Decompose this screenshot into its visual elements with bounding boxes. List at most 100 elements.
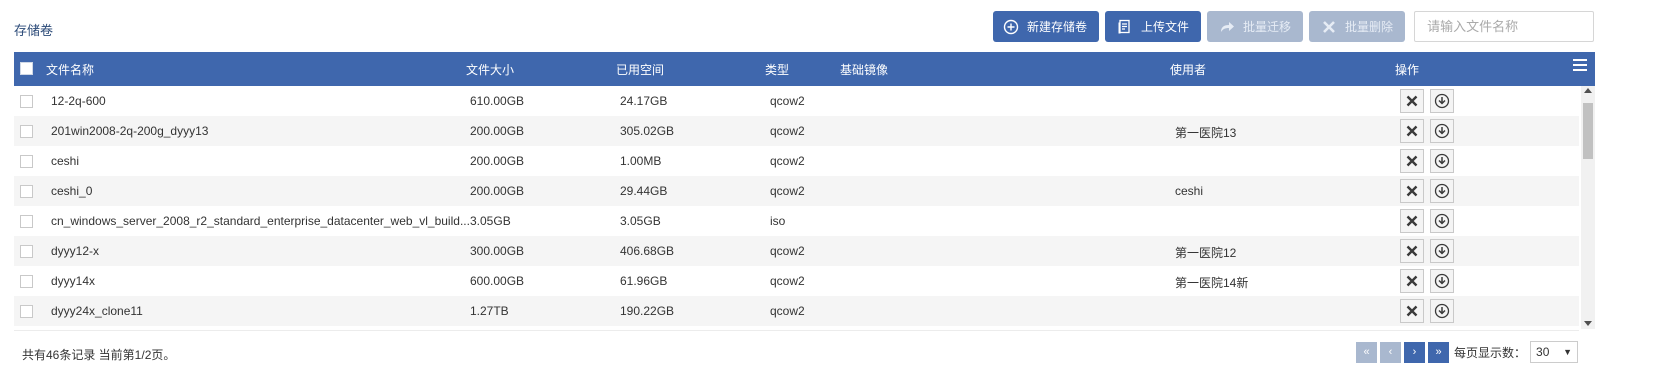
vertical-scrollbar[interactable] [1581, 86, 1595, 329]
scroll-up-arrow-icon[interactable] [1584, 88, 1592, 93]
row-checkbox[interactable] [20, 125, 33, 138]
cell-type: qcow2 [770, 154, 805, 168]
delete-button[interactable] [1400, 209, 1424, 233]
cell-size: 200.00GB [470, 124, 525, 138]
close-icon [1406, 305, 1418, 317]
delete-button[interactable] [1400, 179, 1424, 203]
download-icon [1434, 303, 1450, 319]
table-row[interactable]: dyyy12-x 300.00GB 406.68GB qcow2 第一医院12 [14, 236, 1579, 266]
table-header: 文件名称 文件大小 已用空间 类型 基础镜像 使用者 操作 [14, 52, 1595, 86]
cell-name: dyyy12-x [51, 244, 100, 258]
column-header-used[interactable]: 已用空间 [616, 61, 664, 78]
download-icon [1434, 153, 1450, 169]
delete-button[interactable] [1400, 269, 1424, 293]
table-row[interactable]: cn_windows_server_2008_r2_standard_enter… [14, 206, 1579, 236]
next-page-button[interactable]: › [1404, 341, 1425, 363]
column-header-base-image[interactable]: 基础镜像 [840, 61, 888, 78]
download-button[interactable] [1430, 239, 1454, 263]
scroll-thumb[interactable] [1583, 103, 1593, 159]
prev-page-button[interactable]: ‹ [1380, 341, 1401, 363]
download-button[interactable] [1430, 209, 1454, 233]
delete-button[interactable] [1400, 149, 1424, 173]
table-row[interactable]: dyyy24x_clone11 1.27TB 190.22GB qcow2 [14, 296, 1579, 326]
last-page-button[interactable]: » [1428, 341, 1449, 363]
table-row[interactable]: dyyy14x 600.00GB 61.96GB qcow2 第一医院14新 [14, 266, 1579, 296]
row-checkbox[interactable] [20, 275, 33, 288]
new-volume-label: 新建存储卷 [1027, 20, 1088, 34]
search-input[interactable] [1414, 11, 1595, 42]
cell-name: ceshi_0 [51, 184, 93, 198]
cell-used: 1.00MB [620, 154, 662, 168]
delete-button[interactable] [1400, 89, 1424, 113]
close-icon [1323, 20, 1335, 33]
upload-document-icon [1118, 19, 1130, 33]
column-header-name[interactable]: 文件名称 [46, 61, 94, 78]
cell-type: qcow2 [770, 94, 805, 108]
cell-used: 190.22GB [620, 304, 675, 318]
record-summary: 共有46条记录 当前第1/2页。 [22, 348, 176, 362]
download-button[interactable] [1430, 299, 1454, 323]
per-page-value: 30 [1536, 345, 1550, 359]
cell-user: 第一医院13 [1175, 126, 1237, 140]
per-page-select[interactable]: 30 ▼ [1530, 341, 1579, 363]
toolbar: 新建存储卷 上传文件 批量迁移 批量删除 [993, 11, 1595, 42]
cell-user: 第一医院12 [1175, 246, 1237, 260]
table-row[interactable]: 12-2q-600 610.00GB 24.17GB qcow2 [14, 86, 1579, 116]
cell-used: 61.96GB [620, 274, 668, 288]
share-arrow-icon [1221, 21, 1235, 32]
row-checkbox[interactable] [20, 185, 33, 198]
delete-button[interactable] [1400, 299, 1424, 323]
row-checkbox[interactable] [20, 155, 33, 168]
cell-used: 406.68GB [620, 244, 675, 258]
cell-user: ceshi [1175, 184, 1204, 198]
cell-size: 600.00GB [470, 274, 525, 288]
first-page-button[interactable]: « [1356, 341, 1377, 363]
upload-file-label: 上传文件 [1141, 20, 1190, 34]
table-row[interactable]: 201win2008-2q-200g_dyyy13 200.00GB 305.0… [14, 116, 1579, 146]
batch-migrate-button[interactable]: 批量迁移 [1207, 11, 1304, 42]
cell-type: iso [770, 214, 786, 228]
cell-size: 3.05GB [470, 214, 511, 228]
chevron-left-icon: ‹ [1388, 346, 1393, 358]
cell-size: 200.00GB [470, 184, 525, 198]
column-menu-icon[interactable] [1573, 59, 1587, 74]
delete-button[interactable] [1400, 119, 1424, 143]
table-row[interactable]: ceshi_0 200.00GB 29.44GB qcow2 ceshi [14, 176, 1579, 206]
upload-file-button[interactable]: 上传文件 [1105, 11, 1202, 42]
footer-divider [14, 330, 1579, 331]
new-volume-button[interactable]: 新建存储卷 [993, 11, 1100, 42]
cell-type: qcow2 [770, 184, 805, 198]
scroll-down-arrow-icon[interactable] [1584, 321, 1592, 326]
volume-table: 文件名称 文件大小 已用空间 类型 基础镜像 使用者 操作 12-2q-600 … [14, 52, 1595, 329]
download-icon [1434, 183, 1450, 199]
download-icon [1434, 93, 1450, 109]
close-icon [1406, 95, 1418, 107]
row-checkbox[interactable] [20, 305, 33, 318]
row-checkbox[interactable] [20, 245, 33, 258]
cell-used: 3.05GB [620, 214, 661, 228]
column-header-type[interactable]: 类型 [765, 61, 789, 78]
cell-size: 610.00GB [470, 94, 525, 108]
cell-name: ceshi [51, 154, 80, 168]
download-button[interactable] [1430, 89, 1454, 113]
plus-circle-icon [1003, 19, 1019, 34]
close-icon [1406, 275, 1418, 287]
column-header-user[interactable]: 使用者 [1170, 61, 1206, 78]
delete-button[interactable] [1400, 239, 1424, 263]
page-title: 存储卷 [14, 23, 54, 38]
download-icon [1434, 123, 1450, 139]
batch-delete-button[interactable]: 批量删除 [1309, 11, 1406, 42]
table-body: 12-2q-600 610.00GB 24.17GB qcow2 201win2… [14, 86, 1595, 329]
cell-type: qcow2 [770, 244, 805, 258]
download-button[interactable] [1430, 149, 1454, 173]
row-checkbox[interactable] [20, 215, 33, 228]
download-button[interactable] [1430, 269, 1454, 293]
select-all-checkbox[interactable] [20, 62, 33, 75]
column-header-size[interactable]: 文件大小 [466, 61, 514, 78]
row-checkbox[interactable] [20, 95, 33, 108]
download-button[interactable] [1430, 119, 1454, 143]
table-row[interactable]: ceshi 200.00GB 1.00MB qcow2 [14, 146, 1579, 176]
cell-size: 200.00GB [470, 154, 525, 168]
caret-down-icon: ▼ [1563, 347, 1573, 357]
download-button[interactable] [1430, 179, 1454, 203]
